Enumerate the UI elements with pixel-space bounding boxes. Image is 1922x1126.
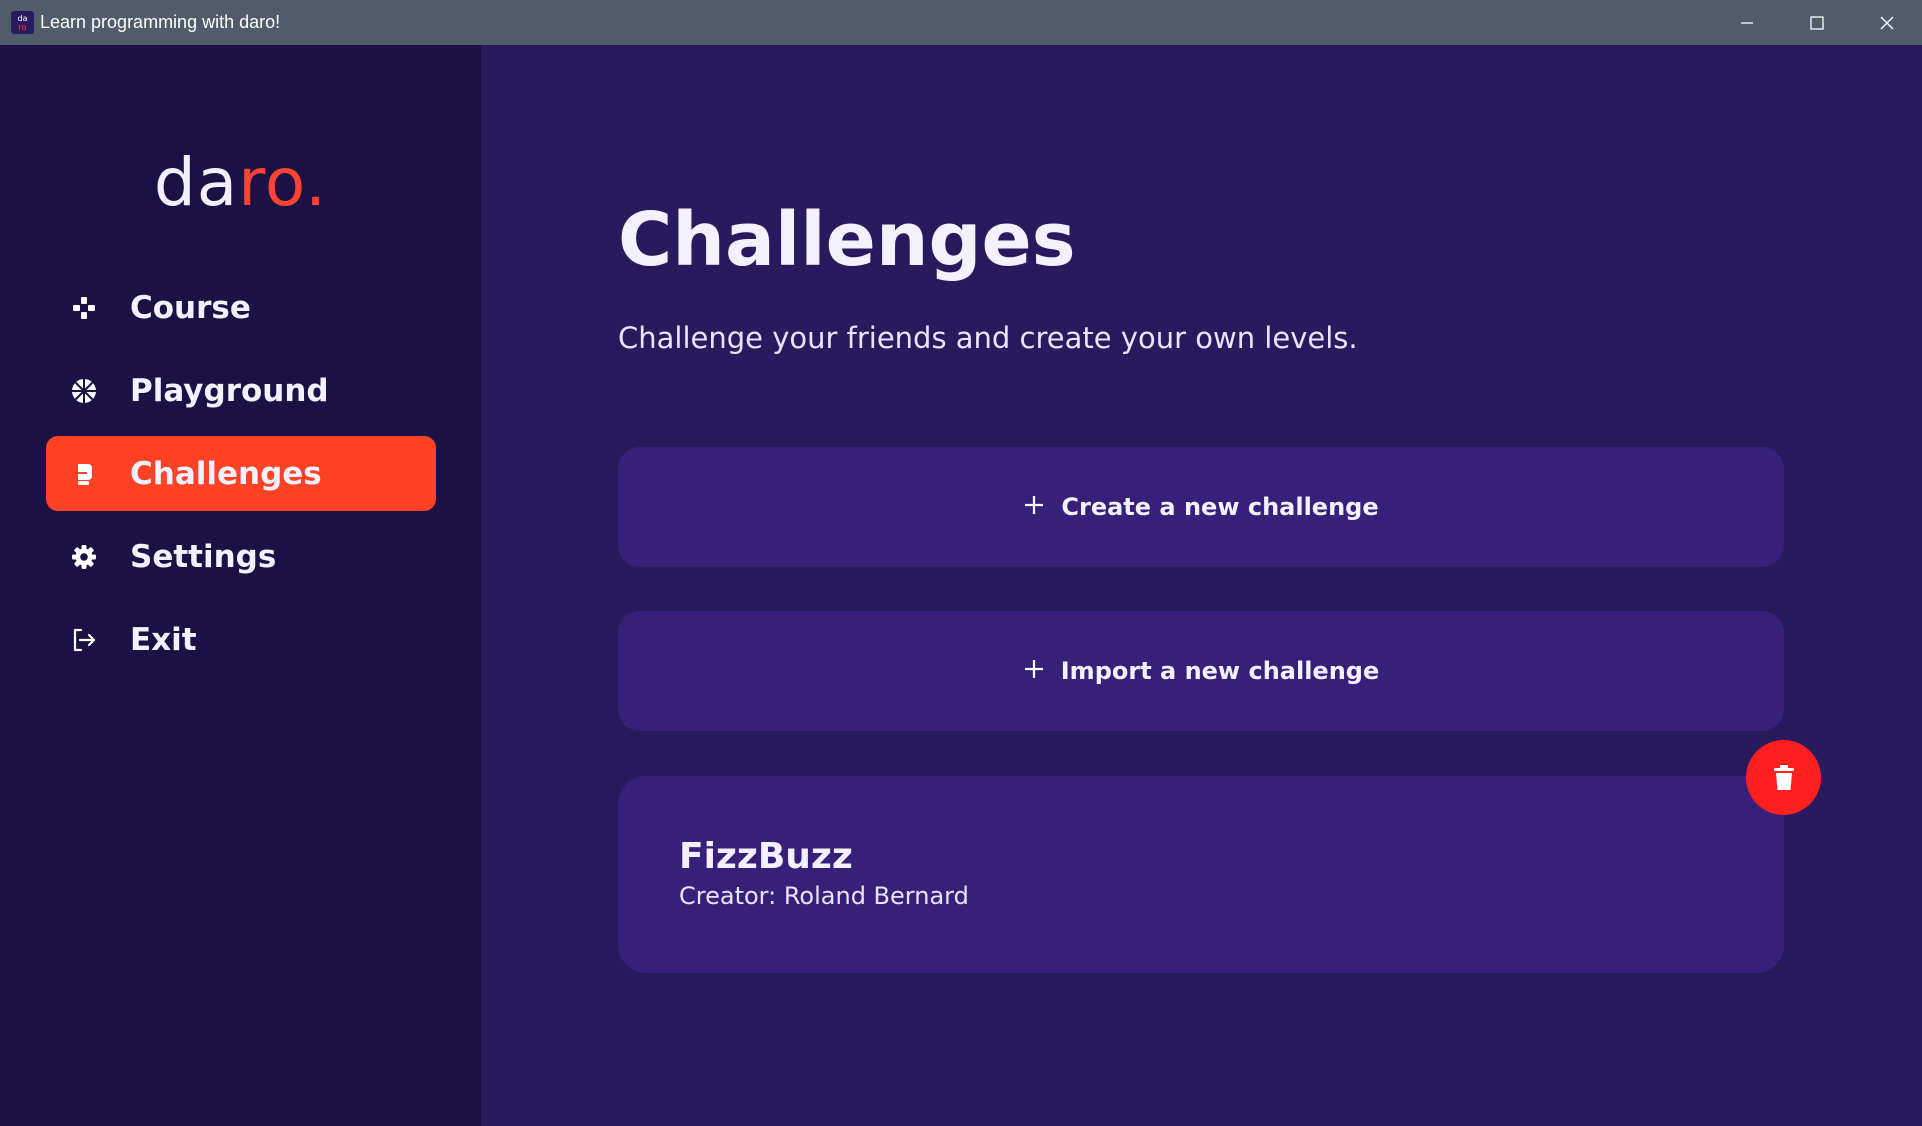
sidebar-item-label: Course <box>130 289 251 326</box>
create-challenge-label: Create a new challenge <box>1061 493 1379 521</box>
sidebar-item-label: Exit <box>130 621 197 658</box>
main-content: Challenges Challenge your friends and cr… <box>481 45 1922 1126</box>
maximize-icon <box>1810 15 1824 30</box>
logo-accent-text: ro. <box>238 144 328 221</box>
minimize-icon <box>1741 21 1753 24</box>
delete-challenge-button[interactable] <box>1746 740 1821 815</box>
app-icon-text-bottom: ro <box>18 23 27 32</box>
challenge-card[interactable]: FizzBuzz Creator: Roland Bernard <box>618 776 1784 973</box>
close-button[interactable] <box>1852 0 1922 45</box>
logo-main-text: da <box>153 144 239 221</box>
app-icon-text-top: da <box>17 14 28 23</box>
challenge-name: FizzBuzz <box>679 836 853 877</box>
app-icon: da ro <box>11 11 34 34</box>
create-challenge-button[interactable]: Create a new challenge <box>618 447 1784 567</box>
gamepad-icon <box>70 294 98 322</box>
sidebar-item-exit[interactable]: Exit <box>46 602 436 677</box>
plus-icon <box>1023 658 1045 684</box>
trash-icon <box>1773 764 1794 790</box>
sidebar-item-label: Challenges <box>130 455 322 492</box>
sidebar-item-label: Settings <box>130 538 277 575</box>
window-title: Learn programming with daro! <box>40 12 281 32</box>
sidebar-item-playground[interactable]: Playground <box>46 353 436 428</box>
gear-icon <box>70 543 98 571</box>
window-titlebar: da ro Learn programming with daro! <box>0 0 1922 45</box>
daro-logo: daro. <box>0 150 481 216</box>
sidebar-item-label: Playground <box>130 372 329 409</box>
sidebar-item-settings[interactable]: Settings <box>46 519 436 594</box>
challenge-creator: Creator: Roland Bernard <box>679 882 969 910</box>
sidebar-item-course[interactable]: Course <box>46 270 436 345</box>
sidebar: daro. Course Playground Challenges Setti… <box>0 45 481 1126</box>
plus-icon <box>1023 494 1045 520</box>
page-subtitle: Challenge your friends and create your o… <box>618 321 1358 355</box>
close-icon <box>1880 16 1894 29</box>
basketball-icon <box>70 377 98 405</box>
page-title: Challenges <box>618 197 1076 283</box>
maximize-button[interactable] <box>1782 0 1852 45</box>
sidebar-item-challenges[interactable]: Challenges <box>46 436 436 511</box>
minimize-button[interactable] <box>1712 0 1782 45</box>
sign-out-icon <box>70 626 98 654</box>
import-challenge-button[interactable]: Import a new challenge <box>618 611 1784 731</box>
import-challenge-label: Import a new challenge <box>1060 657 1380 685</box>
boxing-glove-icon <box>70 460 98 488</box>
